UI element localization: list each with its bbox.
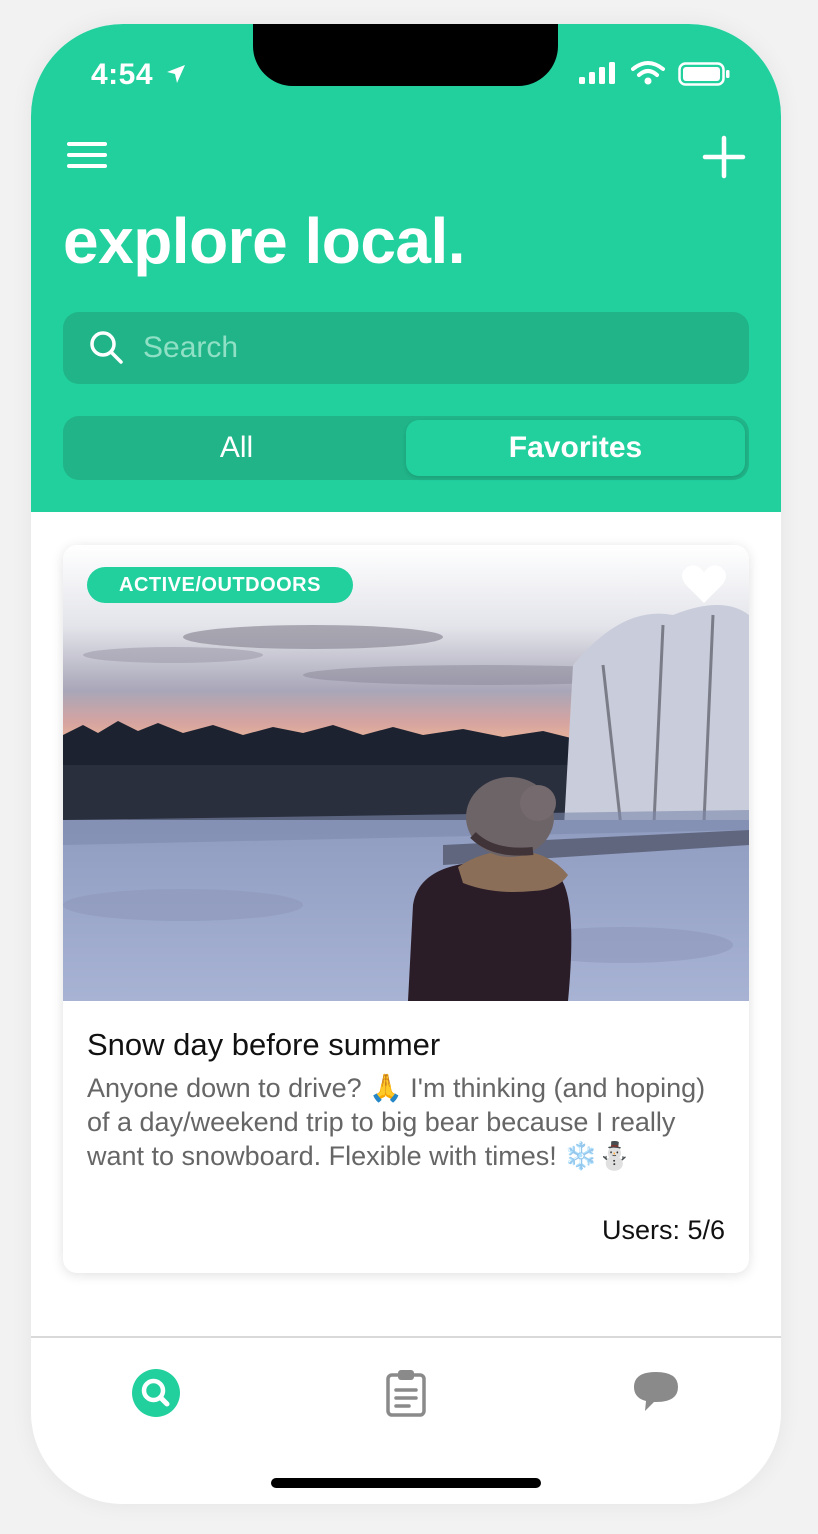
wifi-icon: [631, 61, 665, 85]
search-icon: [90, 331, 123, 364]
heart-icon[interactable]: [681, 563, 727, 605]
segment-all[interactable]: All: [67, 420, 406, 476]
app-header: 4:54 explore local. Search All Favorites: [31, 24, 781, 512]
search-input[interactable]: [143, 324, 723, 372]
device-notch: [253, 24, 558, 86]
event-description: Anyone down to drive? 🙏 I'm thinking (an…: [87, 1073, 706, 1171]
search-bar[interactable]: [63, 312, 749, 384]
location-arrow-icon: [167, 65, 185, 83]
chat-bubble-icon[interactable]: [632, 1370, 680, 1414]
hamburger-menu-icon[interactable]: [65, 138, 109, 172]
clipboard-icon[interactable]: [385, 1368, 427, 1418]
page-title: explore local.: [63, 205, 466, 277]
filter-segmented-control: All Favorites: [63, 416, 749, 480]
search-icon[interactable]: [131, 1368, 181, 1418]
category-badge: ACTIVE/OUTDOORS: [87, 567, 353, 603]
signal-icon: [579, 62, 615, 84]
home-indicator: [271, 1478, 541, 1488]
segment-favorites[interactable]: Favorites: [406, 420, 745, 476]
event-photo: [63, 545, 749, 1001]
battery-icon: [678, 62, 730, 86]
plus-icon[interactable]: [701, 134, 747, 180]
user-count: Users: 5/6: [601, 1215, 725, 1245]
event-title: Snow day before summer: [87, 1027, 441, 1062]
phone-screen: 4:54 explore local. Search All Favorites…: [31, 24, 781, 1504]
event-card[interactable]: ACTIVE/OUTDOORS Snow day before summer A…: [63, 545, 749, 1273]
status-time: 4:54: [91, 58, 154, 91]
